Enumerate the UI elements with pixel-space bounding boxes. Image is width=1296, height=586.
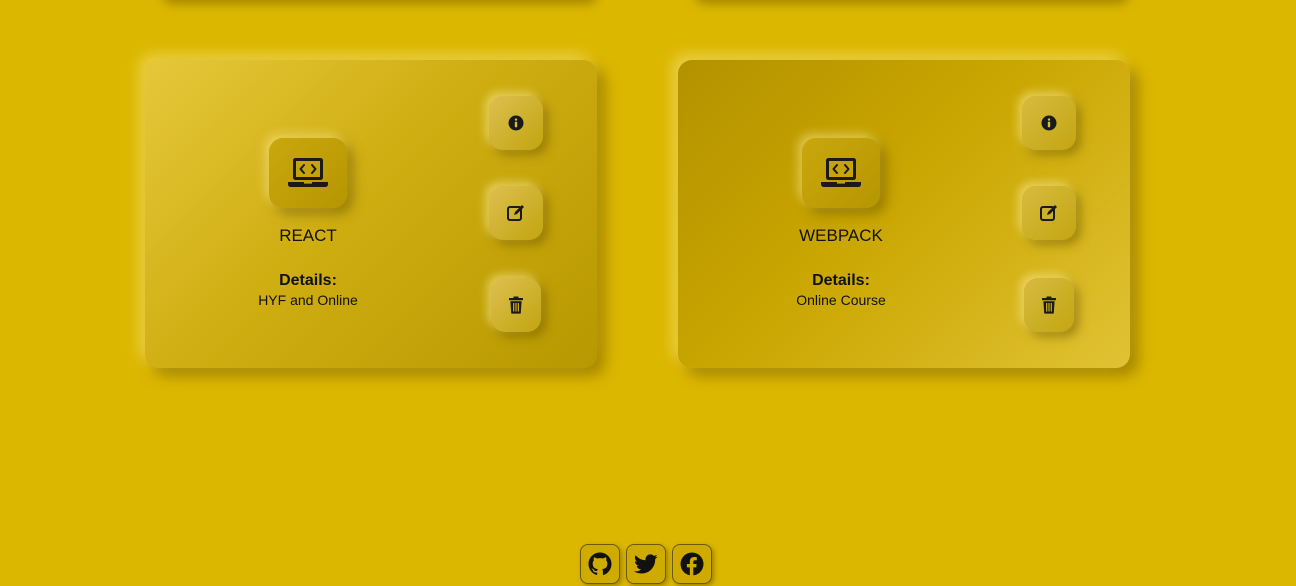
laptop-code-icon — [269, 138, 347, 208]
delete-button[interactable] — [1024, 278, 1074, 332]
trash-icon — [509, 296, 523, 314]
course-title: WEBPACK — [799, 226, 883, 245]
course-title: REACT — [279, 226, 337, 245]
course-card: REACT Details: HYF and Online — [145, 60, 597, 368]
delete-button[interactable] — [491, 278, 541, 332]
edit-button[interactable] — [1022, 186, 1076, 240]
laptop-code-icon — [802, 138, 880, 208]
page: REACT Details: HYF and Online WEBPACK De… — [0, 0, 1296, 586]
facebook-icon — [680, 552, 704, 576]
twitter-link[interactable] — [626, 544, 666, 584]
course-card: WEBPACK Details: Online Course — [678, 60, 1130, 368]
twitter-icon — [634, 554, 658, 574]
edit-icon — [1040, 205, 1057, 221]
details-value: HYF and Online — [258, 292, 358, 308]
details-label: Details: — [279, 272, 337, 289]
edit-icon — [507, 205, 524, 221]
github-icon — [588, 552, 612, 576]
details-label: Details: — [812, 272, 870, 289]
facebook-link[interactable] — [672, 544, 712, 584]
trash-icon — [1042, 296, 1056, 314]
info-button[interactable] — [1022, 96, 1076, 150]
info-circle-icon — [508, 115, 524, 131]
edit-button[interactable] — [489, 186, 543, 240]
info-button[interactable] — [489, 96, 543, 150]
details-value: Online Course — [796, 292, 886, 308]
social-links — [580, 544, 712, 584]
github-link[interactable] — [580, 544, 620, 584]
info-circle-icon — [1041, 115, 1057, 131]
